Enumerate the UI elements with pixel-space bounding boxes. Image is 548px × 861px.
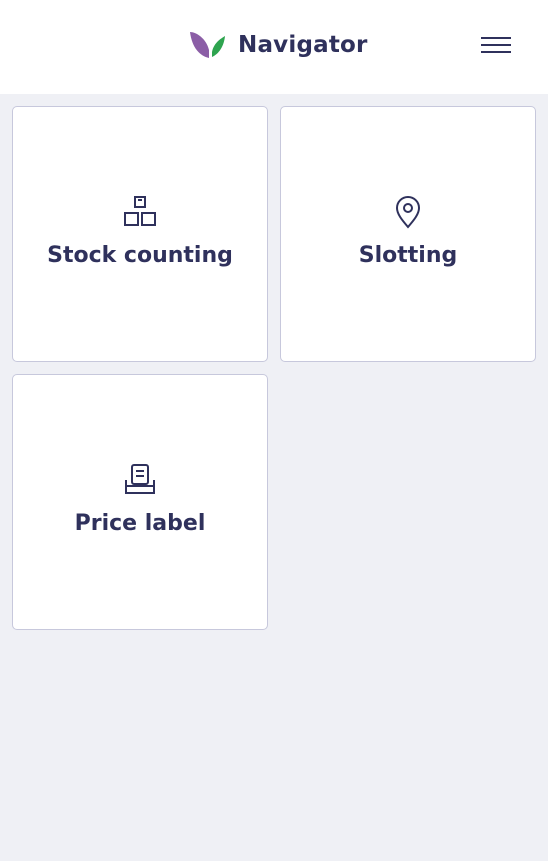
tile-label: Price label bbox=[74, 511, 206, 536]
tile-slotting[interactable]: Slotting bbox=[280, 106, 536, 362]
boxes-icon bbox=[13, 195, 267, 229]
hamburger-menu-icon bbox=[481, 37, 511, 53]
brand[interactable]: Navigator bbox=[188, 30, 368, 60]
tile-stock-counting[interactable]: Stock counting bbox=[12, 106, 268, 362]
brand-name: Navigator bbox=[238, 32, 368, 58]
tile-label: Stock counting bbox=[47, 243, 233, 268]
tile-label: Slotting bbox=[358, 243, 458, 268]
tile-price-label[interactable]: Price label bbox=[12, 374, 268, 630]
hamburger-menu-button[interactable] bbox=[476, 30, 516, 60]
label-printer-icon bbox=[13, 463, 267, 497]
app-header: Navigator bbox=[0, 0, 548, 94]
location-pin-icon bbox=[281, 195, 535, 229]
leaf-logo-icon bbox=[190, 32, 225, 58]
